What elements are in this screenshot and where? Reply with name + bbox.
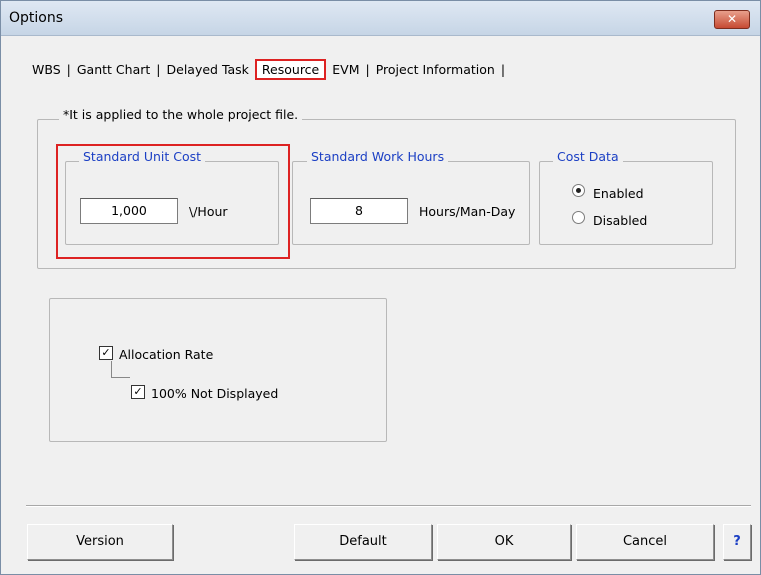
project-settings-legend: *It is applied to the whole project file…	[59, 107, 303, 122]
tab-bar: WBS | Gantt Chart | Delayed Task Resourc…	[26, 58, 505, 80]
cost-data-group	[539, 161, 713, 245]
version-button[interactable]: Version	[27, 524, 173, 560]
enabled-radio[interactable]	[572, 184, 585, 197]
disabled-radio[interactable]	[572, 211, 585, 224]
not-displayed-label[interactable]: 100% Not Displayed	[151, 386, 278, 401]
work-hours-legend: Standard Work Hours	[307, 149, 449, 164]
button-separator	[26, 505, 751, 507]
cost-data-legend: Cost Data	[553, 149, 623, 164]
disabled-radio-label[interactable]: Disabled	[593, 213, 647, 228]
unit-cost-highlight	[56, 144, 290, 259]
tab-wbs[interactable]: WBS	[26, 62, 67, 77]
tab-project-information[interactable]: Project Information	[370, 62, 501, 77]
work-hours-unit: Hours/Man-Day	[419, 204, 516, 219]
help-button[interactable]: ?	[723, 524, 751, 560]
allocation-group	[49, 298, 387, 442]
ok-button[interactable]: OK	[437, 524, 571, 560]
cancel-button[interactable]: Cancel	[576, 524, 714, 560]
close-button[interactable]: ✕	[714, 10, 750, 29]
tab-gantt-chart[interactable]: Gantt Chart	[71, 62, 156, 77]
options-dialog: Options ✕ WBS | Gantt Chart | Delayed Ta…	[0, 0, 761, 575]
tab-resource[interactable]: Resource	[254, 58, 327, 80]
dialog-title: Options	[9, 10, 64, 26]
check-icon: ✓	[101, 346, 111, 359]
check-icon: ✓	[133, 385, 143, 398]
tab-evm[interactable]: EVM	[326, 62, 365, 77]
allocation-rate-checkbox[interactable]: ✓	[99, 346, 113, 360]
allocation-rate-label[interactable]: Allocation Rate	[119, 347, 213, 362]
title-bar: Options ✕	[1, 1, 760, 36]
tab-delayed-task[interactable]: Delayed Task	[161, 62, 255, 77]
default-button[interactable]: Default	[294, 524, 432, 560]
work-hours-input[interactable]: 8	[310, 198, 408, 224]
tree-connector	[111, 361, 130, 378]
enabled-radio-label[interactable]: Enabled	[593, 186, 644, 201]
not-displayed-checkbox[interactable]: ✓	[131, 385, 145, 399]
close-icon: ✕	[726, 12, 738, 26]
